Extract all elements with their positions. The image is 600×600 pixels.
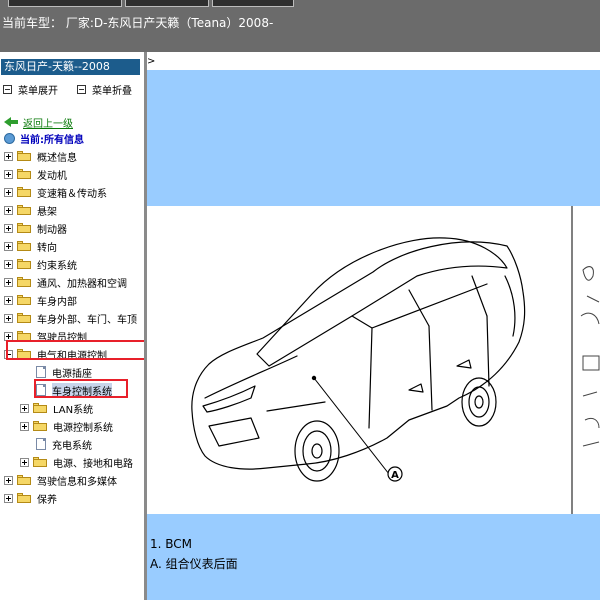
tree-item-charging[interactable]: 充电系统 <box>36 435 92 453</box>
tree-item-info-multimedia[interactable]: 驾驶信息和多媒体 <box>4 471 117 489</box>
tree-item-label: 充电系统 <box>52 440 92 452</box>
tree-item-steering[interactable]: 转向 <box>4 237 57 255</box>
back-link-label: 返回上一级 <box>23 119 73 130</box>
tree-item-label: 车身外部、车门、车顶 <box>37 314 137 326</box>
expand-icon[interactable] <box>4 493 13 503</box>
navigation-tree-panel: 东风日产-天籁--2008 菜单展开 菜单折叠 返回上一级 当前:所有信息 概述… <box>0 52 144 600</box>
note-bcm: 1. BCM <box>150 537 193 551</box>
back-arrow-icon <box>4 117 18 128</box>
current-location-label: 当前:所有信息 <box>20 135 84 146</box>
tree-item-exterior[interactable]: 车身外部、车门、车顶 <box>4 309 137 327</box>
folder-icon <box>17 313 32 323</box>
top-bar: 当前车型： 厂家:D-东风日产天籁（Teana）2008- <box>0 0 600 52</box>
callout-a-label: A <box>391 470 399 481</box>
car-line-drawing: A <box>191 206 600 514</box>
folder-icon <box>17 223 32 233</box>
expand-icon[interactable] <box>4 277 13 287</box>
collapse-menu-button[interactable]: 菜单折叠 <box>77 82 132 97</box>
highlight-box-body-control <box>34 379 128 398</box>
tree-item-label: 转向 <box>37 242 57 254</box>
expand-icon[interactable] <box>20 421 29 431</box>
folder-icon <box>33 457 48 467</box>
tree-item-label: LAN系统 <box>53 404 94 416</box>
expand-icon <box>3 85 12 94</box>
expand-icon[interactable] <box>4 187 13 197</box>
expand-icon[interactable] <box>20 403 29 413</box>
tree-item-power-ground[interactable]: 电源、接地和电路 <box>20 453 133 471</box>
expand-icon[interactable] <box>4 223 13 233</box>
expand-menu-label: 菜单展开 <box>18 86 58 97</box>
folder-icon <box>17 259 32 269</box>
content-header-band <box>147 70 600 206</box>
expand-icon[interactable] <box>20 457 29 467</box>
tree-item-label: 电源控制系统 <box>53 422 113 434</box>
content-notes-band: 1. BCM A. 组合仪表后面 <box>147 514 600 600</box>
document-icon <box>36 438 46 450</box>
expand-icon[interactable] <box>4 295 13 305</box>
highlight-box-electrical <box>6 340 144 360</box>
current-vehicle-label: 当前车型： 厂家:D-东风日产天籁（Teana）2008- <box>2 16 274 30</box>
toolbar-button-2[interactable] <box>125 0 209 7</box>
folder-icon <box>17 295 32 305</box>
tree-item-hvac[interactable]: 通风、加热器和空调 <box>4 273 127 291</box>
folder-icon <box>17 187 32 197</box>
expand-icon[interactable] <box>4 241 13 251</box>
tree-item-transmission[interactable]: 变速箱＆传动系 <box>4 183 107 201</box>
car-component-location-figure: A <box>147 206 600 514</box>
tree-item-label: 车身内部 <box>37 296 77 308</box>
folder-icon <box>33 403 48 413</box>
folder-icon <box>33 421 48 431</box>
expand-menu-button[interactable]: 菜单展开 <box>3 82 58 97</box>
folder-icon <box>17 151 32 161</box>
globe-icon <box>4 133 15 144</box>
folder-icon <box>17 241 32 251</box>
tree-item-suspension[interactable]: 悬架 <box>4 201 57 219</box>
tree-item-label: 悬架 <box>37 206 57 218</box>
tree-item-brakes[interactable]: 制动器 <box>4 219 67 237</box>
tree-item-overview[interactable]: 概述信息 <box>4 147 77 165</box>
tree-item-label: 驾驶信息和多媒体 <box>37 476 117 488</box>
tree-item-restraint[interactable]: 约束系统 <box>4 255 77 273</box>
content-pane: > A 1. BCM A. 组合仪表后面 <box>147 52 600 600</box>
folder-icon <box>17 493 32 503</box>
current-location: 当前:所有信息 <box>4 131 84 146</box>
tree-item-label: 变速箱＆传动系 <box>37 188 107 200</box>
folder-icon <box>17 205 32 215</box>
tree-item-label: 发动机 <box>37 170 67 182</box>
tree-item-label: 保养 <box>37 494 57 506</box>
collapse-menu-label: 菜单折叠 <box>92 86 132 97</box>
folder-icon <box>17 475 32 485</box>
tree-item-interior[interactable]: 车身内部 <box>4 291 77 309</box>
collapse-icon <box>77 85 86 94</box>
expand-icon[interactable] <box>4 205 13 215</box>
tree-item-label: 制动器 <box>37 224 67 236</box>
folder-icon <box>17 277 32 287</box>
back-link[interactable]: 返回上一级 <box>4 115 73 130</box>
tree-item-label: 电源插座 <box>52 368 92 380</box>
tree-item-label: 通风、加热器和空调 <box>37 278 127 290</box>
tree-item-label: 概述信息 <box>37 152 77 164</box>
document-icon <box>36 366 46 378</box>
tree-item-lan[interactable]: LAN系统 <box>20 399 93 417</box>
sidebar-title: 东风日产-天籁--2008 <box>1 59 140 75</box>
expand-icon[interactable] <box>4 259 13 269</box>
tree-item-power-control[interactable]: 电源控制系统 <box>20 417 113 435</box>
tree-item-engine[interactable]: 发动机 <box>4 165 67 183</box>
toolbar-button-3[interactable] <box>212 0 294 7</box>
tree-item-label: 电源、接地和电路 <box>53 458 133 470</box>
note-location: A. 组合仪表后面 <box>150 557 238 571</box>
expand-icon[interactable] <box>4 169 13 179</box>
tree-item-maintenance[interactable]: 保养 <box>4 489 57 507</box>
toolbar-button-1[interactable] <box>8 0 122 7</box>
tree-item-label: 约束系统 <box>37 260 77 272</box>
breadcrumb-marker: > <box>147 56 156 67</box>
expand-icon[interactable] <box>4 151 13 161</box>
expand-icon[interactable] <box>4 475 13 485</box>
folder-icon <box>17 169 32 179</box>
expand-icon[interactable] <box>4 313 13 323</box>
